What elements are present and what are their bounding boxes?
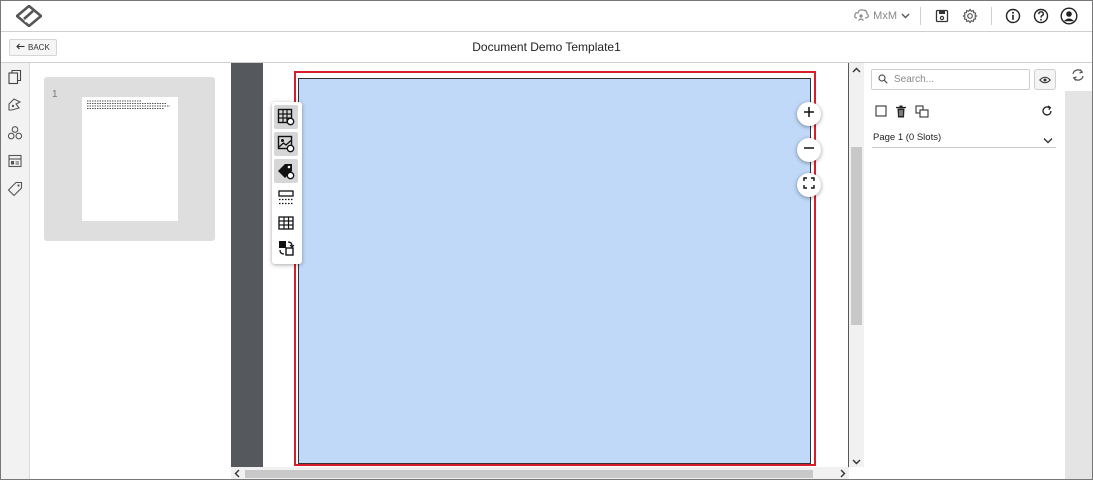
user-avatar-icon[interactable]: [1058, 5, 1080, 27]
trash-icon[interactable]: [892, 102, 910, 120]
horizontal-scroll-thumb[interactable]: [245, 470, 813, 478]
lines-icon[interactable]: [274, 186, 298, 210]
top-bar: MxM: [1, 1, 1092, 32]
tags-icon[interactable]: [7, 181, 23, 197]
thumbnail-page-preview: [82, 97, 178, 221]
top-right-controls: MxM: [854, 5, 1080, 27]
scroll-down-icon[interactable]: [852, 457, 861, 467]
fit-screen-button[interactable]: [797, 173, 821, 197]
search-field[interactable]: [871, 69, 1030, 90]
help-icon[interactable]: [1030, 5, 1052, 27]
visibility-toggle-button[interactable]: [1034, 69, 1056, 90]
info-icon[interactable]: [1002, 5, 1024, 27]
zoom-out-icon: [803, 141, 815, 159]
user-name: MxM: [873, 10, 897, 22]
zoom-in-button[interactable]: [797, 102, 821, 126]
fit-screen-icon: [803, 176, 815, 194]
grid-table-icon[interactable]: [274, 211, 298, 235]
page-title: Document Demo Template1: [472, 40, 621, 54]
chevron-down-icon[interactable]: [1043, 131, 1053, 149]
page-accordion-row[interactable]: Page 1 (0 Slots): [872, 129, 1056, 148]
left-icon-rail: [1, 63, 30, 479]
page-number: 1: [52, 89, 58, 100]
search-icon: [878, 71, 888, 89]
page-thumbnail[interactable]: 1: [44, 77, 215, 241]
save-icon[interactable]: [931, 5, 953, 27]
vertical-scroll-thumb[interactable]: [851, 147, 862, 325]
swap-icon[interactable]: [274, 236, 298, 260]
sub-bar: BACK Document Demo Template1: [1, 32, 1092, 63]
sync-icon[interactable]: [1071, 68, 1087, 84]
right-rail: [1065, 63, 1092, 479]
chevron-down-icon: [901, 10, 910, 22]
page-row-label: Page 1 (0 Slots): [873, 132, 942, 143]
search-input[interactable]: [894, 74, 1014, 85]
right-rail-strip: [1065, 91, 1092, 479]
assets-icon[interactable]: [7, 97, 23, 113]
layout-icon[interactable]: [7, 153, 23, 169]
zoom-out-button[interactable]: [797, 138, 821, 162]
divider: [920, 7, 921, 25]
logo-icon[interactable]: [15, 4, 43, 28]
scroll-left-icon[interactable]: [234, 469, 240, 479]
scroll-right-icon[interactable]: [840, 469, 846, 479]
canvas-toolbox: [272, 102, 302, 264]
tag-settings-icon[interactable]: [274, 159, 298, 183]
pages-icon[interactable]: [7, 69, 23, 85]
components-icon[interactable]: [7, 125, 23, 141]
scroll-up-icon[interactable]: [852, 65, 861, 75]
refresh-icon[interactable]: [1038, 102, 1056, 120]
right-panel: Page 1 (0 Slots): [864, 63, 1065, 479]
table-settings-icon[interactable]: [274, 105, 298, 129]
zoom-in-icon: [803, 105, 815, 123]
gear-icon[interactable]: [959, 5, 981, 27]
select-all-checkbox-icon[interactable]: [872, 102, 890, 120]
vertical-scrollbar[interactable]: [849, 63, 864, 467]
thumbnail-panel: 1: [30, 63, 231, 479]
cloud-user-icon: [854, 8, 870, 24]
user-menu[interactable]: MxM: [854, 8, 910, 24]
divider: [991, 7, 992, 25]
horizontal-scrollbar[interactable]: [231, 467, 849, 479]
copy-icon[interactable]: [913, 102, 931, 120]
page-selection-border: [294, 71, 816, 466]
image-settings-icon[interactable]: [274, 132, 298, 156]
app-window: MxM BACK Document Demo Template1 1 Searc…: [0, 0, 1093, 480]
eye-icon: [1039, 71, 1051, 89]
